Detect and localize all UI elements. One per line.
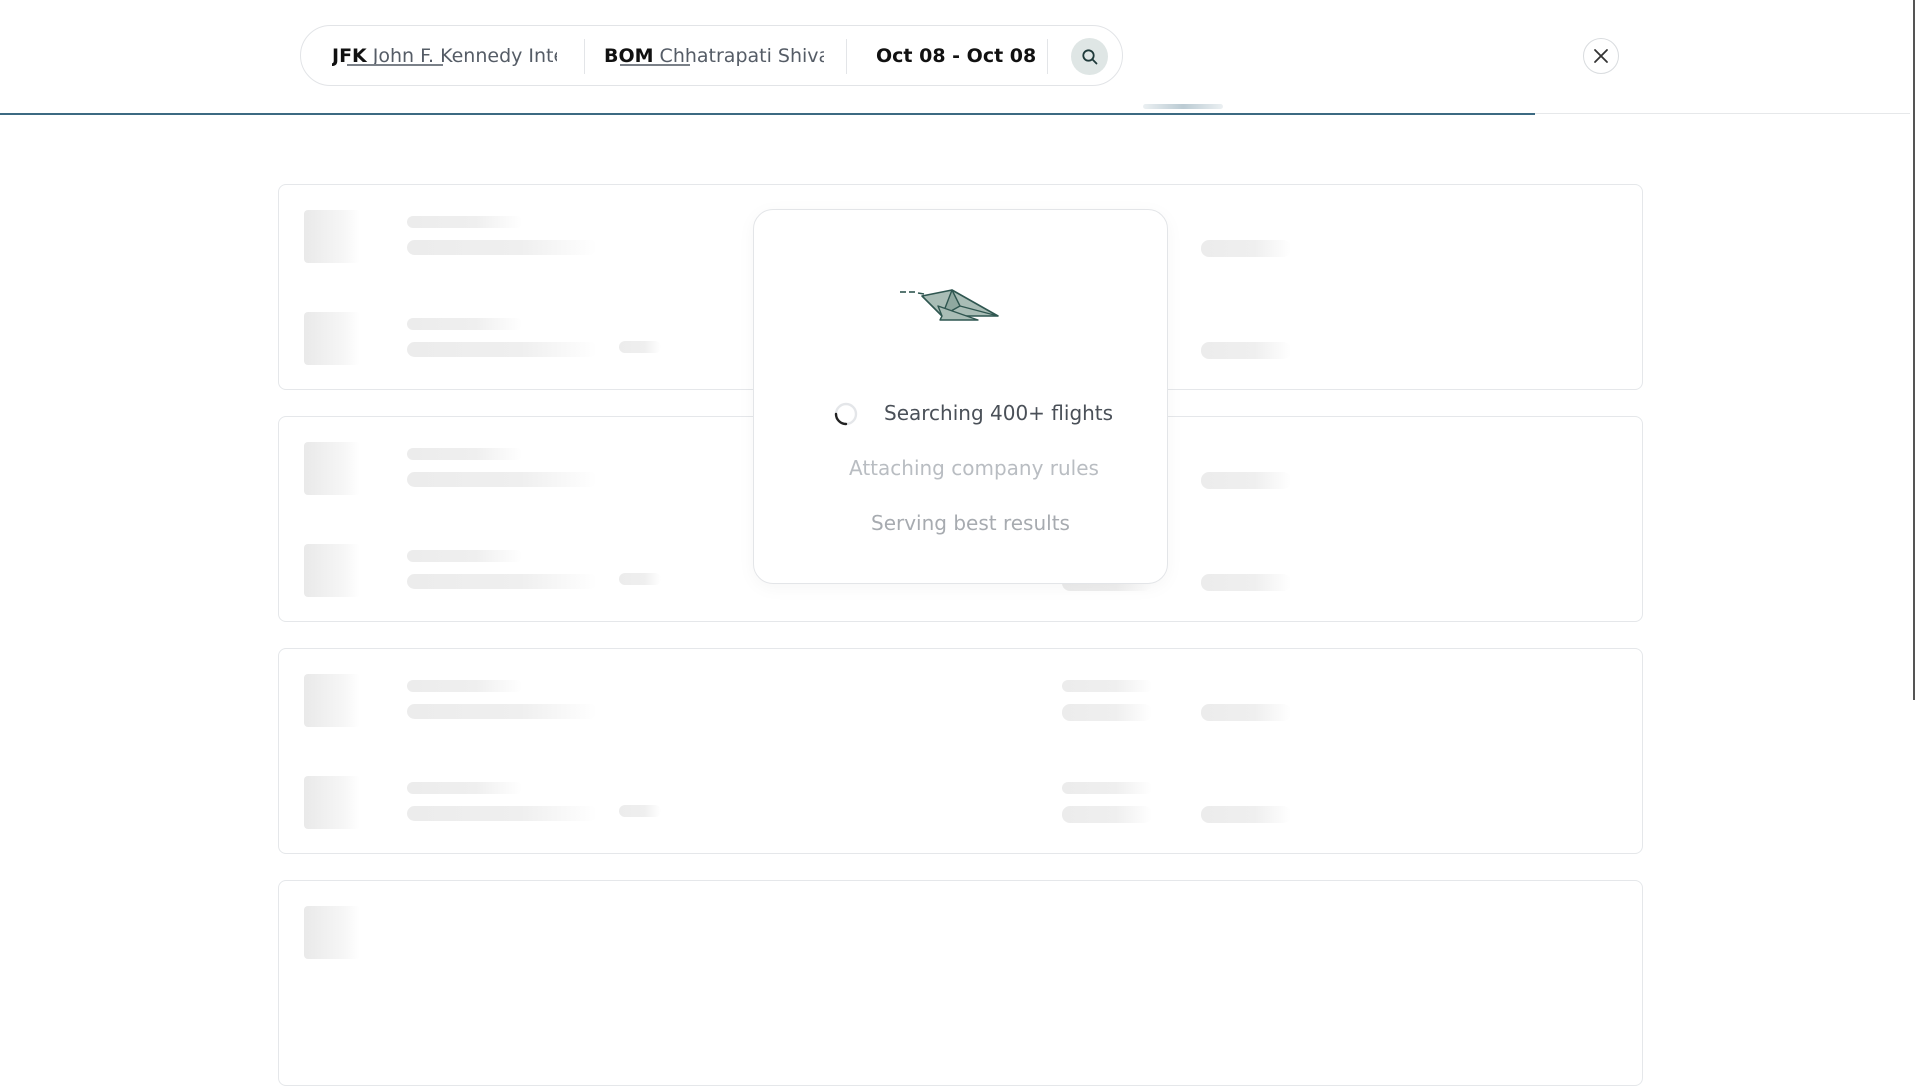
skeleton-logo (304, 312, 360, 365)
loading-progress-bar (0, 113, 1535, 115)
skeleton-line (407, 240, 597, 255)
skeleton-line (407, 806, 597, 821)
divider (584, 39, 585, 74)
skeleton-line (1062, 806, 1152, 823)
progress-glint (1143, 104, 1223, 109)
flight-search-bar: JFK John F. Kennedy Inte BOM Chhatrapati… (300, 25, 1123, 86)
skeleton-line (619, 805, 661, 817)
result-card-skeleton (278, 880, 1643, 1086)
skeleton-line (407, 782, 522, 794)
skeleton-line (619, 573, 661, 585)
skeleton-line (407, 318, 522, 330)
skeleton-line (407, 680, 522, 692)
result-card-skeleton (278, 648, 1643, 854)
skeleton-line (407, 550, 522, 562)
origin-underline (347, 64, 443, 66)
skeleton-logo (304, 776, 360, 829)
divider (1047, 39, 1048, 74)
skeleton-logo (304, 210, 360, 263)
loading-step-pending: Serving best results (871, 511, 1070, 535)
skeleton-line (1201, 704, 1291, 721)
close-icon (1594, 49, 1608, 63)
skeleton-line (1062, 704, 1152, 721)
scrollbar-thumb[interactable] (1913, 0, 1915, 700)
close-button[interactable] (1583, 38, 1619, 74)
divider (846, 39, 847, 74)
skeleton-line (407, 472, 597, 487)
skeleton-line (407, 448, 522, 460)
loading-step-pending: Attaching company rules (849, 456, 1099, 480)
search-icon (1081, 48, 1097, 64)
skeleton-logo (304, 674, 360, 727)
skeleton-line (407, 342, 597, 357)
origin-field[interactable]: JFK John F. Kennedy Inte (332, 26, 557, 85)
skeleton-line (1201, 472, 1291, 489)
search-button[interactable] (1071, 38, 1108, 75)
loading-spinner-icon (834, 402, 858, 426)
skeleton-line (1062, 680, 1152, 692)
skeleton-line (619, 341, 661, 353)
skeleton-logo (304, 544, 360, 597)
dates-field[interactable]: Oct 08 - Oct 08 (876, 26, 1046, 85)
skeleton-logo (304, 906, 360, 959)
skeleton-line (1201, 574, 1291, 591)
skeleton-line (1201, 806, 1291, 823)
skeleton-line (1062, 782, 1152, 794)
loading-step-active: Searching 400+ flights (884, 401, 1114, 425)
skeleton-line (1201, 342, 1291, 359)
skeleton-line (407, 704, 597, 719)
destination-field[interactable]: BOM Chhatrapati Shivaji (604, 26, 824, 85)
skeleton-line (407, 574, 597, 589)
skeleton-line (1201, 240, 1291, 257)
destination-underline (620, 64, 690, 66)
paper-plane-icon (900, 289, 999, 321)
skeleton-logo (304, 442, 360, 495)
skeleton-line (407, 216, 522, 228)
